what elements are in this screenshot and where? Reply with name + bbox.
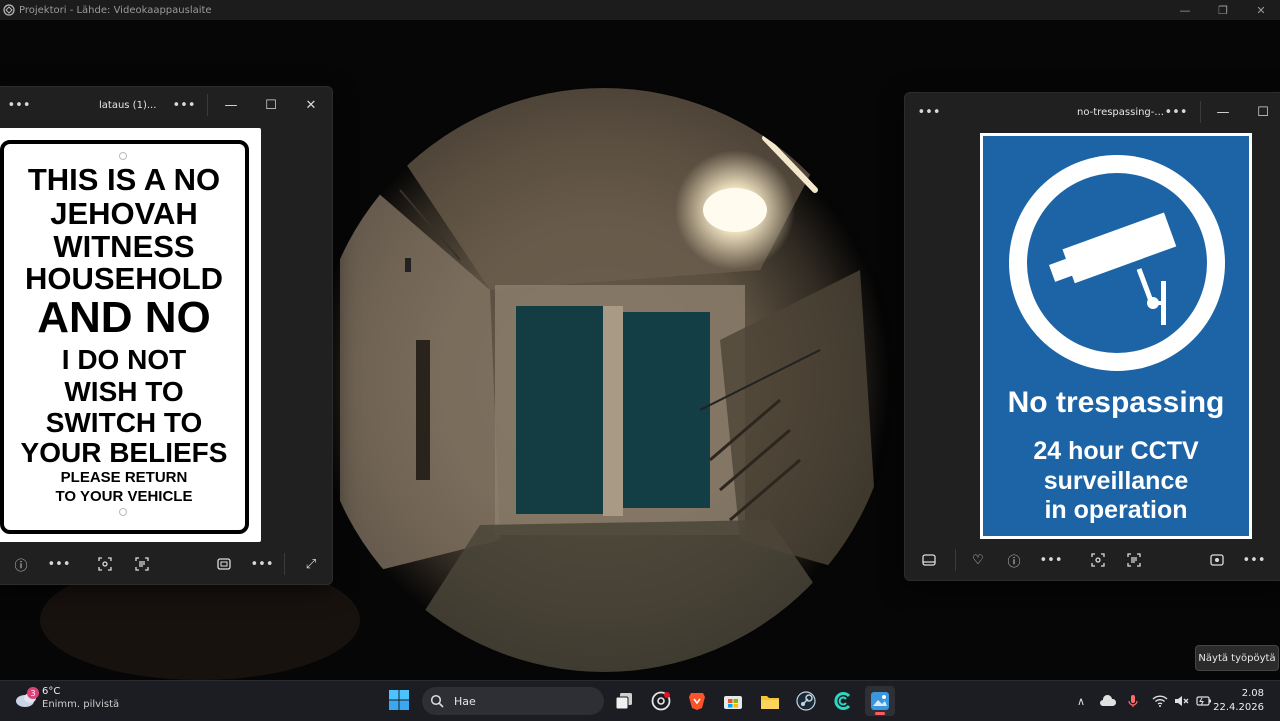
fit-to-window-icon[interactable]	[1203, 546, 1231, 574]
sign-image-no-jehovah: THIS IS A NO JEHOVAH WITNESS HOUSEHOLD A…	[0, 128, 261, 542]
app-c-icon[interactable]	[828, 686, 858, 716]
more-options-button[interactable]: •••	[1240, 546, 1268, 574]
battery-icon[interactable]	[1196, 695, 1212, 707]
sign-text-line: I DO NOT	[61, 344, 187, 375]
sign-text-line: WITNESS	[53, 229, 195, 264]
maximize-button[interactable]: ❐	[1204, 0, 1242, 20]
close-button[interactable]: ✕	[1242, 0, 1280, 20]
weather-description: Enimm. pilvistä	[42, 699, 120, 710]
sign-text-line: 24 hour CCTV	[1033, 437, 1199, 465]
viewer-left-toolbar: ⓘ ••• ••• ⤢	[0, 544, 332, 584]
file-explorer-icon[interactable]	[755, 686, 785, 716]
sign-heading: No trespassing	[1007, 386, 1225, 419]
projector-title: Projektori - Lähde: Videokaappauslaite	[19, 4, 212, 16]
info-icon[interactable]: ⓘ	[7, 550, 35, 578]
viewer-right-toolbar: ♡ ⓘ ••• •••	[905, 540, 1280, 580]
chevron-up-icon[interactable]: ∧	[1072, 695, 1090, 708]
clock-time: 2.08	[1241, 688, 1264, 699]
more-options-button[interactable]: •••	[45, 550, 73, 578]
volume-muted-icon[interactable]	[1174, 695, 1190, 707]
cctv-camera-icon	[1048, 212, 1177, 325]
minimize-button[interactable]: —	[1209, 98, 1237, 126]
projector-titlebar: Projektori - Lähde: Videokaappauslaite —…	[0, 0, 1280, 20]
more-options-button[interactable]: •••	[170, 91, 198, 119]
cloudy-weather-icon: 3	[14, 685, 40, 711]
microsoft-store-icon[interactable]	[718, 686, 748, 716]
fullscreen-icon[interactable]: ⤢	[297, 550, 325, 578]
search-input[interactable]	[452, 693, 596, 709]
visual-search-icon[interactable]	[1084, 546, 1112, 574]
taskbar-clock[interactable]: 2.08 22.4.2026	[1213, 687, 1264, 715]
weather-badge: 3	[27, 687, 39, 699]
sign-text-line: THIS IS A NO	[27, 162, 221, 197]
close-button[interactable]: ✕	[297, 91, 325, 119]
windows-start-icon[interactable]	[387, 688, 411, 712]
onedrive-cloud-icon[interactable]	[1100, 695, 1116, 707]
viewer-right-titlebar: ••• no-trespassing-... ••• — ☐	[905, 93, 1280, 129]
search-icon	[430, 694, 444, 708]
taskbar-search-box[interactable]	[422, 687, 604, 715]
weather-temperature: 6°C	[42, 686, 61, 697]
viewer-left-titlebar: ••• lataus (1)... ••• — ☐ ✕	[0, 87, 332, 123]
steam-app-icon[interactable]	[791, 686, 821, 716]
favorite-heart-icon[interactable]: ♡	[964, 546, 992, 574]
photo-viewer-left: ••• lataus (1)... ••• — ☐ ✕ THIS IS A NO…	[0, 86, 333, 585]
minimize-button[interactable]: —	[217, 91, 245, 119]
more-options-button[interactable]: •••	[5, 91, 33, 119]
projector-app-icon	[3, 4, 15, 16]
sign-text-line: HOUSEHOLD	[24, 261, 224, 296]
sign-text-line: AND NO	[37, 293, 211, 342]
more-options-button[interactable]: •••	[1037, 546, 1065, 574]
sign-text-line: in operation	[1044, 496, 1188, 524]
minimize-button[interactable]: —	[1166, 0, 1204, 20]
info-icon[interactable]: ⓘ	[1000, 546, 1028, 574]
maximize-button[interactable]: ☐	[257, 91, 285, 119]
weather-widget[interactable]: 3 6°C Enimm. pilvistä	[14, 685, 119, 711]
wifi-icon[interactable]	[1152, 695, 1168, 707]
maximize-button[interactable]: ☐	[1249, 98, 1277, 126]
sign-text-line: PLEASE RETURN	[60, 469, 188, 486]
sign-text-line: TO YOUR VEHICLE	[55, 488, 193, 505]
chrome-app-icon[interactable]	[646, 686, 676, 716]
more-options-button[interactable]: •••	[1162, 98, 1190, 126]
photo-viewer-right: ••• no-trespassing-... ••• — ☐ No trespa…	[904, 92, 1280, 581]
text-scan-icon[interactable]	[128, 550, 156, 578]
taskbar: 3 6°C Enimm. pilvistä ∧	[0, 680, 1280, 721]
more-options-button[interactable]: •••	[915, 98, 943, 126]
text-scan-icon[interactable]	[1120, 546, 1148, 574]
system-tray: ∧	[1072, 681, 1212, 721]
brave-browser-icon[interactable]	[682, 686, 712, 716]
sign-text-line: SWITCH TO	[45, 407, 203, 438]
photos-app-icon[interactable]	[865, 686, 895, 716]
sign-text-line: WISH TO	[64, 376, 184, 407]
viewer-left-title: lataus (1)...	[99, 100, 157, 111]
microphone-icon[interactable]	[1128, 694, 1138, 708]
clock-date: 22.4.2026	[1213, 702, 1264, 713]
more-options-button[interactable]: •••	[248, 550, 276, 578]
sign-text-line: YOUR BELIEFS	[20, 437, 228, 468]
sign-text-line: surveillance	[1043, 467, 1189, 495]
fit-to-window-icon[interactable]	[210, 550, 238, 578]
task-view-icon[interactable]	[609, 686, 639, 716]
sign-image-no-trespassing: No trespassing 24 hour CCTV surveillance…	[980, 133, 1252, 539]
show-desktop-tooltip: Näytä työpöytä	[1195, 645, 1279, 671]
sign-text-line: JEHOVAH	[50, 196, 198, 231]
filmstrip-icon[interactable]	[915, 546, 943, 574]
visual-search-icon[interactable]	[91, 550, 119, 578]
viewer-right-title: no-trespassing-...	[1077, 107, 1164, 118]
